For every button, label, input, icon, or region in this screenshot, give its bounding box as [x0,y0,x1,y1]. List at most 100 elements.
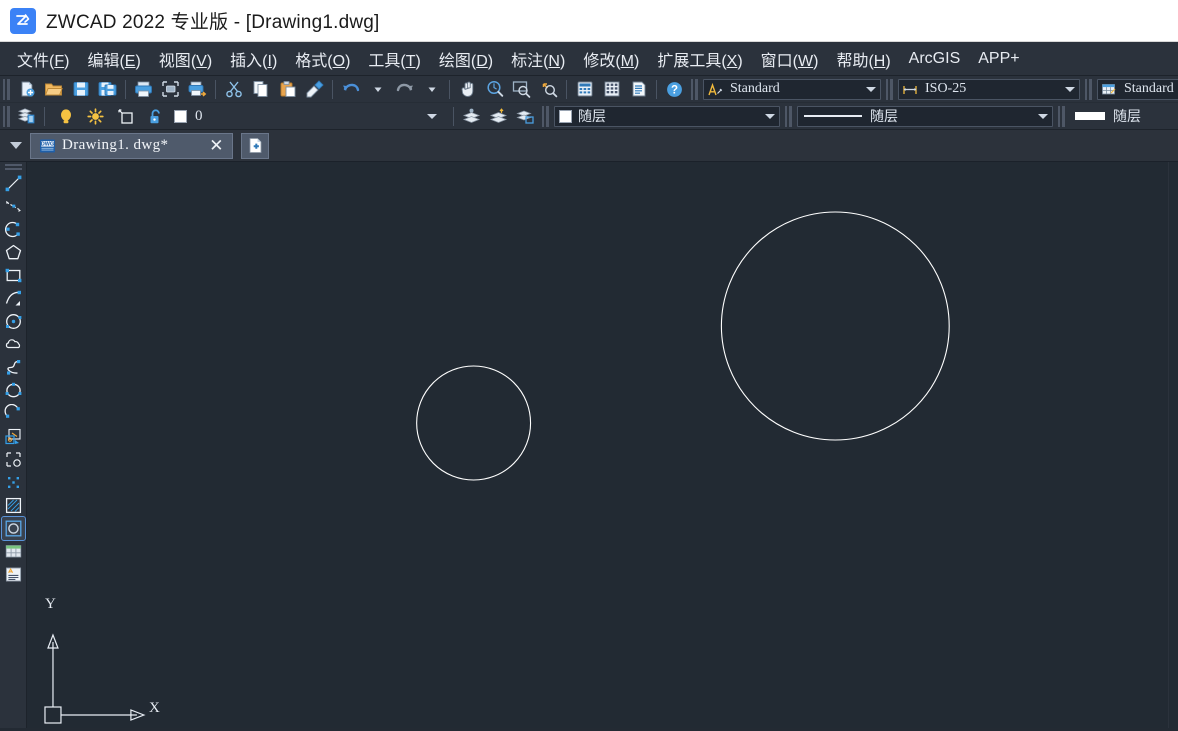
menu-draw[interactable]: 绘图(D) [430,44,502,74]
document-tab-bar: DWG Drawing1. dwg* ✕ [0,130,1178,162]
publish-button[interactable] [185,78,210,101]
table-tool[interactable] [2,540,25,563]
circle-center-tool[interactable] [2,310,25,333]
title-bar: ZWCAD 2022 专业版 - [Drawing1.dwg] [0,0,1178,42]
redo-dropdown[interactable] [419,78,444,101]
window-title: ZWCAD 2022 专业版 - [Drawing1.dwg] [46,12,380,33]
toolbar-grip[interactable] [691,78,698,100]
current-layer-name: 0 [195,107,203,124]
lineweight-control[interactable]: 随层 [1070,106,1176,127]
toolbar-grip[interactable] [542,105,549,127]
chevron-down-icon[interactable] [1061,86,1079,92]
layer-states-button[interactable] [513,105,538,128]
ellipse-tool[interactable] [2,379,25,402]
rectangle-tool[interactable] [2,264,25,287]
menu-insert[interactable]: 插入(I) [221,44,286,74]
menu-view-mnemonic: V [196,52,207,70]
save-as-button[interactable] [95,78,120,101]
insert-block-tool[interactable] [2,425,25,448]
menu-edit[interactable]: 编辑(E) [78,44,149,74]
chevron-down-icon[interactable] [1034,113,1052,119]
point-tool[interactable] [2,471,25,494]
chevron-down-icon[interactable] [862,86,880,92]
redo-button[interactable] [392,78,417,101]
layer-on-toggle[interactable] [53,105,78,128]
chevron-down-icon[interactable] [761,113,779,119]
gradient-tool[interactable] [0,516,26,541]
menu-tools[interactable]: 工具(T) [359,44,429,74]
make-block-tool[interactable] [2,448,25,471]
dimension-style-control[interactable]: ISO-25 [898,78,1080,100]
multiline-text-tool[interactable] [2,563,25,586]
layer-plot-toggle[interactable] [113,105,138,128]
menu-modify[interactable]: 修改(M) [574,44,648,74]
new-file-button[interactable] [14,78,39,101]
toolbar-grip[interactable] [785,105,792,127]
properties-button[interactable] [626,78,651,101]
chevron-down-icon[interactable] [6,133,26,159]
toolbar-grip[interactable] [1058,105,1065,127]
calculator-button[interactable] [572,78,597,101]
color-control[interactable]: 随层 [554,105,780,127]
ellipse-arc-tool[interactable] [2,402,25,425]
match-properties-button[interactable] [302,78,327,101]
layer-previous-button[interactable] [486,105,511,128]
toolbar-grip[interactable] [3,105,10,127]
menu-express[interactable]: 扩展工具(X) [648,44,751,74]
svg-text:?: ? [671,84,678,96]
standard-toolbar: ? Standard ISO-25 Standard [0,76,1178,103]
line-tool[interactable] [2,172,25,195]
layer-control-dropdown[interactable] [427,113,449,119]
new-drawing-tab-button[interactable] [241,132,270,159]
linetype-control[interactable]: 随层 [797,105,1053,127]
design-center-button[interactable] [599,78,624,101]
toolbar-grip[interactable] [1085,78,1092,100]
ucs-y-label: Y [45,596,56,612]
revision-cloud-tool[interactable] [2,333,25,356]
save-button[interactable] [68,78,93,101]
current-layer-color-swatch[interactable] [174,109,187,123]
help-button[interactable]: ? [662,78,687,101]
menu-dimension[interactable]: 标注(N) [502,44,574,74]
text-style-control[interactable]: Standard [703,78,881,100]
layer-freeze-toggle[interactable] [83,105,108,128]
paste-button[interactable] [275,78,300,101]
color-control-swatch [559,109,572,123]
table-style-control[interactable]: Standard [1097,78,1178,100]
undo-button[interactable] [338,78,363,101]
undo-dropdown[interactable] [365,78,390,101]
drawing-canvas[interactable]: Y X [27,162,1168,728]
zoom-realtime-button[interactable] [482,78,507,101]
zoom-previous-button[interactable] [536,78,561,101]
menu-view[interactable]: 视图(V) [150,44,221,74]
menu-window[interactable]: 窗口(W) [752,44,828,74]
pan-button[interactable] [455,78,480,101]
layer-properties-manager-button[interactable] [14,105,39,128]
toolbar-grip[interactable] [4,164,22,170]
zoom-window-button[interactable] [509,78,534,101]
print-preview-button[interactable] [158,78,183,101]
construction-line-tool[interactable] [2,195,25,218]
text-style-value: Standard [730,81,780,96]
menu-help[interactable]: 帮助(H) [827,44,899,74]
toolbar-grip[interactable] [3,78,10,100]
menu-appplus[interactable]: APP+ [969,47,1028,71]
arc-tool[interactable] [2,218,25,241]
document-tab-drawing1[interactable]: DWG Drawing1. dwg* ✕ [30,132,234,159]
toolbar-grip[interactable] [886,78,893,100]
open-file-button[interactable] [41,78,66,101]
polygon-tool[interactable] [2,241,25,264]
menu-bar: 文件(F) 编辑(E) 视图(V) 插入(I) 格式(O) 工具(T) 绘图(D… [0,42,1178,76]
menu-format[interactable]: 格式(O) [286,44,359,74]
menu-file[interactable]: 文件(F) [8,44,78,74]
make-object-layer-current-button[interactable] [459,105,484,128]
layer-lock-toggle[interactable] [143,105,168,128]
plot-button[interactable] [131,78,156,101]
close-icon[interactable]: ✕ [206,136,226,156]
cut-button[interactable] [221,78,246,101]
copy-button[interactable] [248,78,273,101]
arc-3point-tool[interactable] [2,287,25,310]
menu-arcgis[interactable]: ArcGIS [900,47,970,71]
hatch-tool[interactable] [2,494,25,517]
spline-tool[interactable] [2,356,25,379]
